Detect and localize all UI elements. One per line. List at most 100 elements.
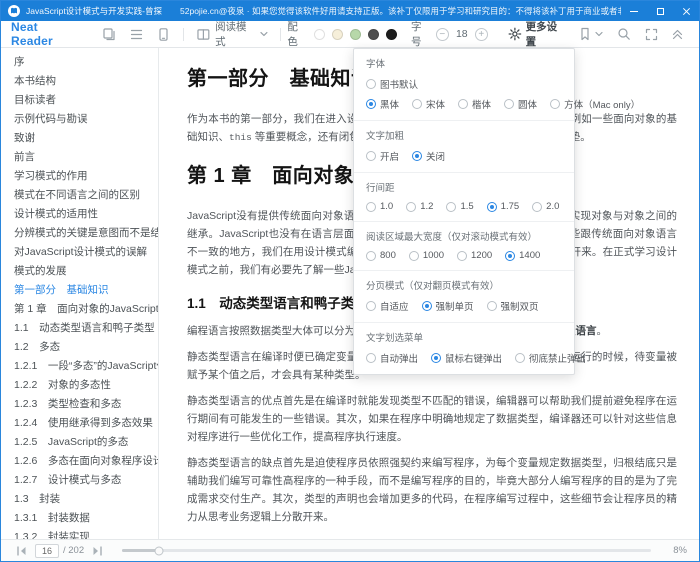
sidebar-item[interactable]: 1.2.3 类型检查和多态: [1, 395, 158, 414]
last-page-button[interactable]: [88, 544, 106, 558]
sidebar-item[interactable]: 设计模式的适用性: [1, 205, 158, 224]
radio-row: 图书默认: [366, 77, 562, 91]
font-size-value: 18: [455, 28, 469, 40]
toc-sidebar: 序本书结构目标读者示例代码与勘误致谢前言学习模式的作用模式在不同语言之间的区别设…: [1, 48, 159, 539]
sidebar-item[interactable]: 模式的发展: [1, 262, 158, 281]
settings-section-label: 文字加粗: [366, 128, 562, 142]
bookmark-button[interactable]: [573, 21, 609, 48]
sidebar-item[interactable]: 1.2.1 一段“多态”的JavaScript代码: [1, 357, 158, 376]
text-run: 静态类型语言的缺点首先是迫使程序员依照强契约来编写程序，为每个变量规定数据类型，…: [187, 457, 677, 523]
radio-label: 自动弹出: [380, 351, 418, 365]
swatch-cream[interactable]: [332, 29, 343, 40]
sidebar-item[interactable]: 对JavaScript设计模式的误解: [1, 243, 158, 262]
progress-slider[interactable]: [122, 549, 651, 552]
font-increase-button[interactable]: +: [475, 28, 488, 41]
fullscreen-button[interactable]: [639, 21, 664, 48]
book-icon: [8, 5, 20, 17]
sidebar-item[interactable]: 1.2.6 多态在面向对象程序设计…: [1, 452, 158, 471]
radio-option[interactable]: 1.2: [406, 201, 433, 212]
sidebar-item[interactable]: 1.2.2 对象的多态性: [1, 376, 158, 395]
sidebar-item[interactable]: 1.1 动态类型语言和鸭子类型: [1, 319, 158, 338]
sidebar-item[interactable]: 1.2.7 设计模式与多态: [1, 471, 158, 490]
radio-option[interactable]: 1200: [457, 250, 492, 261]
radio-label: 强制单页: [436, 299, 474, 313]
minimize-button[interactable]: [621, 1, 647, 21]
radio-option[interactable]: 1000: [409, 250, 444, 261]
sidebar-item[interactable]: 1.2.4 使用继承得到多态效果: [1, 414, 158, 433]
close-button[interactable]: [673, 1, 699, 21]
radio-option[interactable]: 图书默认: [366, 77, 418, 91]
radio-label: 1.2: [420, 201, 433, 212]
sidebar-item[interactable]: 致谢: [1, 129, 158, 148]
swatch-white[interactable]: [314, 29, 325, 40]
library-button[interactable]: [96, 21, 123, 48]
search-button[interactable]: [611, 21, 637, 48]
more-settings-button[interactable]: 更多设置: [502, 21, 573, 48]
radio-option[interactable]: 圆体: [504, 97, 537, 111]
sidebar-item[interactable]: 1.2.5 JavaScript的多态: [1, 433, 158, 452]
radio-label: 黑体: [380, 97, 399, 111]
swatch-dark-gray[interactable]: [368, 29, 379, 40]
sidebar-item[interactable]: 示例代码与勘误: [1, 110, 158, 129]
chevron-down-icon: [260, 31, 268, 37]
radio-option[interactable]: 自动弹出: [366, 351, 418, 365]
maximize-button[interactable]: [647, 1, 673, 21]
radio-option[interactable]: 方体（Mac only）: [550, 97, 640, 111]
sidebar-item[interactable]: 本书结构: [1, 72, 158, 91]
radio-option[interactable]: 关闭: [412, 149, 445, 163]
sidebar-item[interactable]: 1.3 封装: [1, 490, 158, 509]
page-number-input[interactable]: [35, 544, 59, 558]
sidebar-item[interactable]: 分辨模式的关键是意图而不是结构: [1, 224, 158, 243]
radio-option[interactable]: 自适应: [366, 299, 409, 313]
sidebar-item[interactable]: 第一部分 基础知识: [1, 281, 158, 300]
font-decrease-button[interactable]: −: [436, 28, 449, 41]
settings-sections: 字体图书默认黑体宋体楷体圆体方体（Mac only）文字加粗开启关闭行间距1.0…: [354, 49, 574, 374]
toolbar: Neat Reader 阅读模式 配色 字号 − 18 +: [1, 21, 699, 48]
radio-label: 彻底禁止弹出: [529, 351, 586, 365]
radio-option[interactable]: 1.0: [366, 201, 393, 212]
radio-option[interactable]: 宋体: [412, 97, 445, 111]
font-size-label: 字号: [411, 19, 432, 49]
radio-icon: [366, 99, 376, 109]
radio-row: 开启关闭: [366, 149, 562, 163]
radio-option[interactable]: 1.5: [446, 201, 473, 212]
last-page-icon: [91, 546, 103, 556]
reading-mode-label: 阅读模式: [215, 19, 256, 49]
swatch-green[interactable]: [350, 29, 361, 40]
sidebar-item[interactable]: 1.3.1 封装数据: [1, 509, 158, 528]
device-sync-button[interactable]: [150, 21, 177, 48]
swatch-black[interactable]: [386, 29, 397, 40]
radio-option[interactable]: 800: [366, 250, 396, 261]
progress-slider-handle[interactable]: [155, 546, 164, 555]
first-page-icon: [16, 546, 28, 556]
sidebar-item[interactable]: 第 1 章 面向对象的JavaScript: [1, 300, 158, 319]
sidebar-item[interactable]: 序: [1, 53, 158, 72]
radio-option[interactable]: 黑体: [366, 97, 399, 111]
radio-option[interactable]: 彻底禁止弹出: [515, 351, 586, 365]
radio-option[interactable]: 强制单页: [422, 299, 474, 313]
sidebar-item[interactable]: 目标读者: [1, 91, 158, 110]
sidebar-item[interactable]: 学习模式的作用: [1, 167, 158, 186]
radio-option[interactable]: 鼠标右键弹出: [431, 351, 502, 365]
radio-icon: [406, 202, 416, 212]
first-page-button[interactable]: [13, 544, 31, 558]
brand-logo[interactable]: Neat Reader: [11, 20, 82, 48]
radio-row: 自动弹出鼠标右键弹出彻底禁止弹出: [366, 351, 562, 365]
radio-label: 1000: [423, 250, 444, 261]
radio-option[interactable]: 1.75: [487, 201, 520, 212]
radio-option[interactable]: 2.0: [532, 201, 559, 212]
radio-icon: [412, 99, 422, 109]
collapse-toolbar-button[interactable]: [666, 21, 689, 48]
radio-option[interactable]: 强制双页: [487, 299, 539, 313]
sidebar-item[interactable]: 1.2 多态: [1, 338, 158, 357]
reading-mode-button[interactable]: 阅读模式: [190, 21, 274, 48]
radio-label: 强制双页: [501, 299, 539, 313]
sidebar-item[interactable]: 1.3.2 封装实现: [1, 528, 158, 539]
sidebar-item[interactable]: 模式在不同语言之间的区别: [1, 186, 158, 205]
toc-toggle-button[interactable]: [123, 21, 150, 48]
radio-option[interactable]: 1400: [505, 250, 540, 261]
radio-option[interactable]: 开启: [366, 149, 399, 163]
settings-section: 行间距1.01.21.51.752.0: [354, 172, 574, 221]
sidebar-item[interactable]: 前言: [1, 148, 158, 167]
radio-option[interactable]: 楷体: [458, 97, 491, 111]
